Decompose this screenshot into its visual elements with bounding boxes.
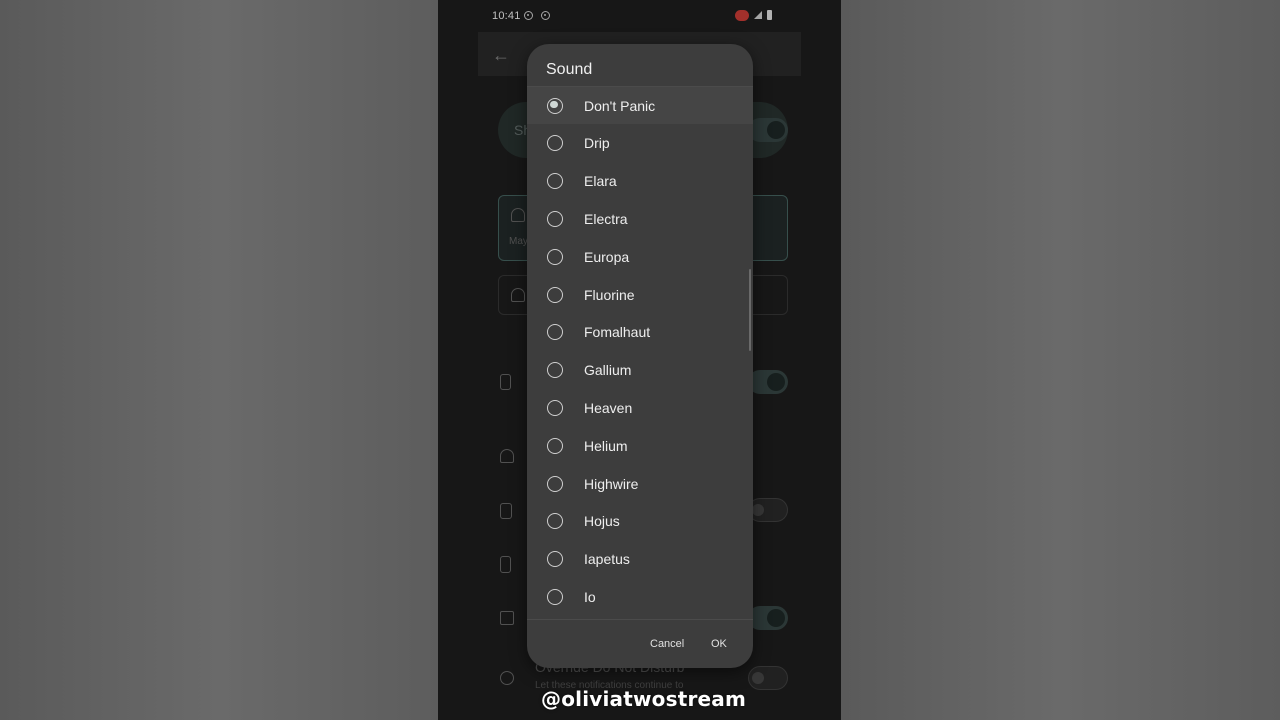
radio-unchecked-icon[interactable] (547, 551, 563, 568)
sound-option[interactable]: Helium (527, 427, 753, 465)
radio-unchecked-icon[interactable] (547, 513, 563, 530)
dialog-title: Sound (546, 61, 593, 78)
sound-option-label: Iapetus (584, 551, 630, 568)
radio-unchecked-icon[interactable] (547, 173, 563, 190)
radio-unchecked-icon[interactable] (547, 286, 563, 303)
sound-option-label: Elara (584, 173, 617, 190)
sound-option[interactable]: Fomalhaut (527, 313, 753, 351)
sound-option-list[interactable]: Don't Panic Drip Elara Electra Europa Fluorin… (527, 87, 753, 661)
divider (527, 619, 753, 620)
ok-button[interactable]: OK (711, 638, 727, 650)
sound-option[interactable]: Hojus (527, 502, 753, 540)
radio-unchecked-icon[interactable] (547, 324, 563, 341)
watermark-handle: @oliviatwostream (541, 687, 747, 711)
sound-option[interactable]: Io (527, 578, 753, 616)
sound-option-label: Europa (584, 248, 630, 265)
sound-option[interactable]: Don't Panic (527, 87, 753, 125)
sound-option-label: Fomalhaut (584, 324, 651, 341)
right-blurred-backdrop (841, 0, 1280, 720)
sound-option[interactable]: Gallium (527, 351, 753, 389)
sound-option[interactable]: Highwire (527, 465, 753, 503)
radio-unchecked-icon[interactable] (547, 588, 563, 605)
sound-option-label: Electra (584, 210, 628, 227)
phone-screen: 10:41 ← Sh May Override Do Not Disturb (438, 0, 841, 720)
radio-checked-icon[interactable] (547, 97, 563, 114)
cancel-button[interactable]: Cancel (650, 638, 684, 650)
radio-unchecked-icon[interactable] (547, 248, 563, 265)
sound-option-label: Hojus (584, 513, 620, 530)
sound-option-label: Fluorine (584, 286, 635, 303)
sound-option[interactable]: Heaven (527, 389, 753, 427)
radio-unchecked-icon[interactable] (547, 135, 563, 152)
sound-option-label: Io (584, 588, 596, 605)
radio-unchecked-icon[interactable] (547, 399, 563, 416)
sound-option-label: Gallium (584, 362, 632, 379)
sound-option[interactable]: Europa (527, 238, 753, 276)
sound-picker-dialog: Sound Don't Panic Drip Elara Electra Europa F… (527, 44, 753, 668)
sound-option[interactable]: Fluorine (527, 276, 753, 314)
sound-option-label: Heaven (584, 399, 633, 416)
sound-option[interactable]: Elara (527, 162, 753, 200)
sound-option[interactable]: Electra (527, 200, 753, 238)
radio-unchecked-icon[interactable] (547, 362, 563, 379)
sound-option[interactable]: Drip (527, 124, 753, 162)
sound-option-label: Helium (584, 437, 628, 454)
left-blurred-backdrop (0, 0, 438, 720)
radio-unchecked-icon[interactable] (547, 475, 563, 492)
sound-option-label: Highwire (584, 475, 639, 492)
sound-option[interactable]: Iapetus (527, 540, 753, 578)
sound-option-label: Drip (584, 135, 610, 152)
scrollbar[interactable] (749, 269, 751, 351)
radio-unchecked-icon[interactable] (547, 210, 563, 227)
sound-option-label: Don't Panic (584, 97, 656, 114)
radio-unchecked-icon[interactable] (547, 437, 563, 454)
